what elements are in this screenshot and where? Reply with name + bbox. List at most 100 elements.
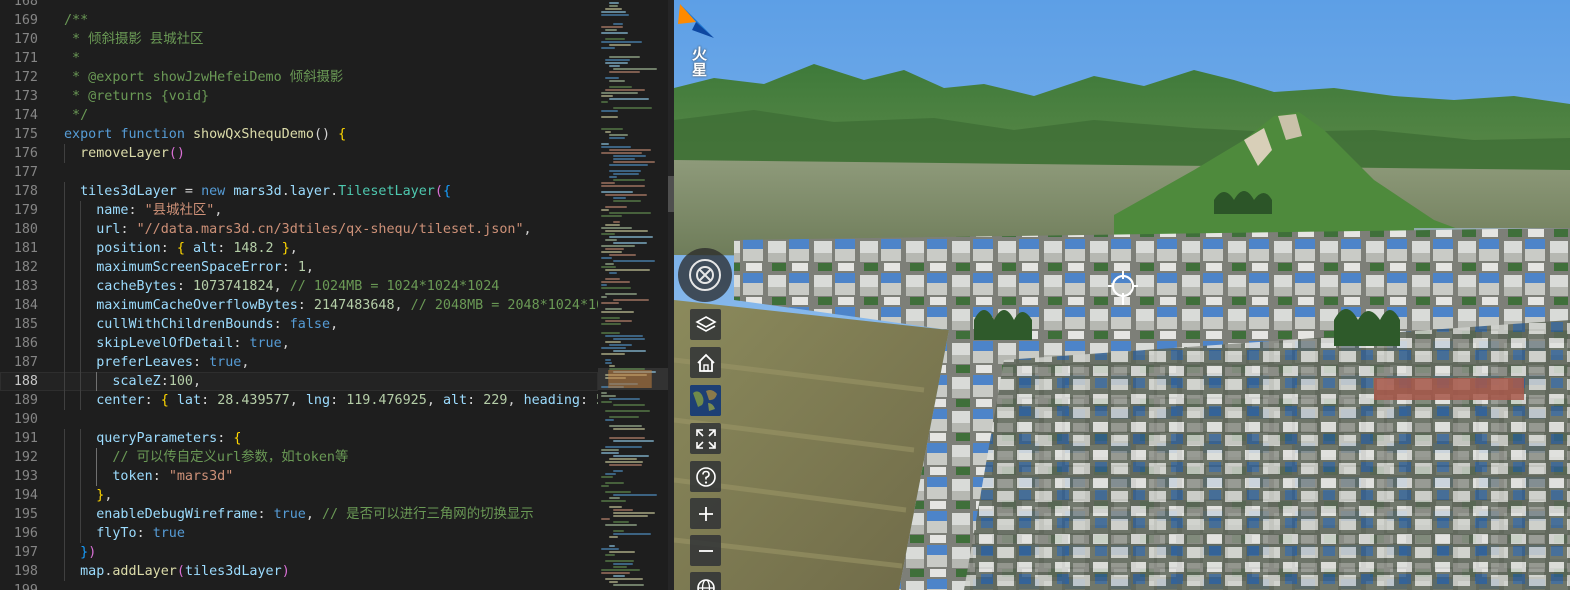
line-number: 199 (0, 581, 38, 590)
code-token: layer (289, 184, 331, 199)
minimap-line (613, 428, 645, 430)
code-token: new (201, 184, 234, 199)
town-block-near (964, 320, 1570, 590)
code-line[interactable]: 178 tiles3dLayer = new mars3d.layer.Tile… (0, 182, 598, 201)
code-text: cacheBytes: 1073741824, // 1024MB = 1024… (64, 277, 499, 296)
minimap-line (605, 320, 632, 322)
minimap-line (605, 524, 637, 526)
code-editor[interactable]: 168 169/** 170 * 倾斜摄影 县城社区 171 * 172 * @expo… (0, 0, 598, 590)
minimap-line (609, 458, 637, 460)
minimap-line (605, 77, 619, 79)
code-line[interactable]: 195 enableDebugWireframe: true, // 是否可以进… (0, 505, 598, 524)
minimap-line (601, 227, 632, 229)
code-line[interactable]: 172 * @export showJzwHefeiDemo 倾斜摄影 (0, 68, 598, 87)
code-text: cullWithChildrenBounds: false, (64, 315, 338, 334)
code-token: showQxShequDemo (193, 127, 314, 142)
minimap-line (609, 170, 641, 172)
code-line[interactable]: 170 * 倾斜摄影 县城社区 (0, 30, 598, 49)
minimap-line (601, 281, 630, 283)
minimap-line (613, 107, 652, 109)
home-button[interactable] (690, 347, 721, 378)
code-token: : (297, 298, 314, 313)
minimap-line (601, 182, 615, 184)
navigation-compass[interactable] (678, 248, 732, 302)
code-token: addLayer (112, 564, 177, 579)
code-line[interactable]: 171 * (0, 49, 598, 68)
line-number: 189 (13, 393, 38, 408)
code-line[interactable]: 177 (0, 163, 598, 182)
code-line[interactable]: 190 (0, 410, 598, 429)
code-line[interactable]: 181 position: { alt: 148.2 }, (0, 239, 598, 258)
code-token: , (214, 203, 223, 218)
code-line[interactable]: 199 (0, 581, 598, 590)
code-token: false (289, 317, 331, 332)
minimap-line (613, 173, 639, 175)
code-line[interactable]: 186 skipLevelOfDetail: true, (0, 334, 598, 353)
line-number: 185 (13, 317, 38, 332)
code-line[interactable]: 183 cacheBytes: 1073741824, // 1024MB = … (0, 277, 598, 296)
code-line[interactable]: 187 preferLeaves: true, (0, 353, 598, 372)
code-line[interactable]: 175 export function showQxShequDemo() { (0, 125, 598, 144)
code-line[interactable]: 182 maximumScreenSpaceError: 1, (0, 258, 598, 277)
minimap-line (601, 401, 612, 403)
minimap-line (605, 473, 616, 475)
line-number: 179 (13, 203, 38, 218)
minimap-line (609, 134, 628, 136)
code-line[interactable]: 176 removeLayer() (0, 144, 598, 163)
help-button[interactable] (690, 461, 721, 492)
tree-cluster (974, 310, 1032, 340)
code-line[interactable]: 173 * @returns {void} (0, 87, 598, 106)
globe-button[interactable] (690, 572, 721, 590)
logo-text: 火星 (690, 46, 708, 78)
minimap-line (601, 26, 623, 28)
minimap-line (609, 56, 640, 58)
line-number: 186 (13, 336, 38, 351)
minimap-line (605, 410, 650, 412)
map-viewer[interactable]: 火星 (674, 0, 1570, 590)
code-token: : (330, 393, 347, 408)
code-line[interactable]: 197 }) (0, 543, 598, 562)
minimap-line (601, 116, 618, 118)
code-token: . (330, 184, 339, 199)
red-track (1374, 378, 1524, 400)
code-text: skipLevelOfDetail: true, (64, 334, 290, 353)
fullscreen-button[interactable] (690, 423, 721, 454)
code-line[interactable]: 191 queryParameters: { (0, 429, 598, 448)
code-line[interactable]: 196 flyTo: true (0, 524, 598, 543)
code-token: heading (523, 393, 580, 408)
code-token: , (273, 279, 290, 294)
code-line[interactable]: 188 scaleZ:100, (0, 372, 598, 391)
code-line[interactable]: 184 maximumCacheOverflowBytes: 214748364… (0, 296, 598, 315)
code-line[interactable]: 179 name: "县城社区", (0, 201, 598, 220)
code-line[interactable]: 174 */ (0, 106, 598, 125)
basemap-thumbnail-icon (690, 385, 721, 416)
layers-button[interactable] (690, 309, 721, 340)
code-line[interactable]: 169 /** (0, 11, 598, 30)
code-line[interactable]: 193 token: "mars3d" (0, 467, 598, 486)
zoom-in-button[interactable] (690, 498, 721, 529)
code-line[interactable]: 168 (0, 0, 598, 11)
code-line[interactable]: 185 cullWithChildrenBounds: false, (0, 315, 598, 334)
code-line[interactable]: 192 // 可以传自定义url参数，如token等 (0, 448, 598, 467)
minimap-line (605, 62, 628, 64)
code-line[interactable]: 180 url: "//data.mars3d.cn/3dtiles/qx-sh… (0, 220, 598, 239)
zoom-out-button[interactable] (690, 535, 721, 566)
minimap-line (601, 284, 607, 286)
minimap-line (609, 176, 617, 178)
code-token: 1073741824 (193, 279, 274, 294)
minimap-line (601, 14, 629, 16)
code-line[interactable]: 198 map.addLayer(tiles3dLayer) (0, 562, 598, 581)
code-token: , (289, 241, 298, 256)
minimap-line (605, 554, 615, 556)
code-line[interactable]: 194 }, (0, 486, 598, 505)
code-token: * @export showJzwHefeiDemo 倾斜摄影 (64, 70, 344, 85)
minimap-line (613, 242, 647, 244)
minimap-line (609, 149, 651, 151)
line-number: 169 (13, 13, 38, 28)
minimap[interactable] (598, 0, 668, 590)
code-line[interactable]: 189 center: { lat: 28.439577, lng: 119.4… (0, 391, 598, 410)
minimap-line (601, 518, 610, 520)
minimap-line (601, 143, 609, 145)
basemap-button[interactable] (690, 385, 721, 416)
